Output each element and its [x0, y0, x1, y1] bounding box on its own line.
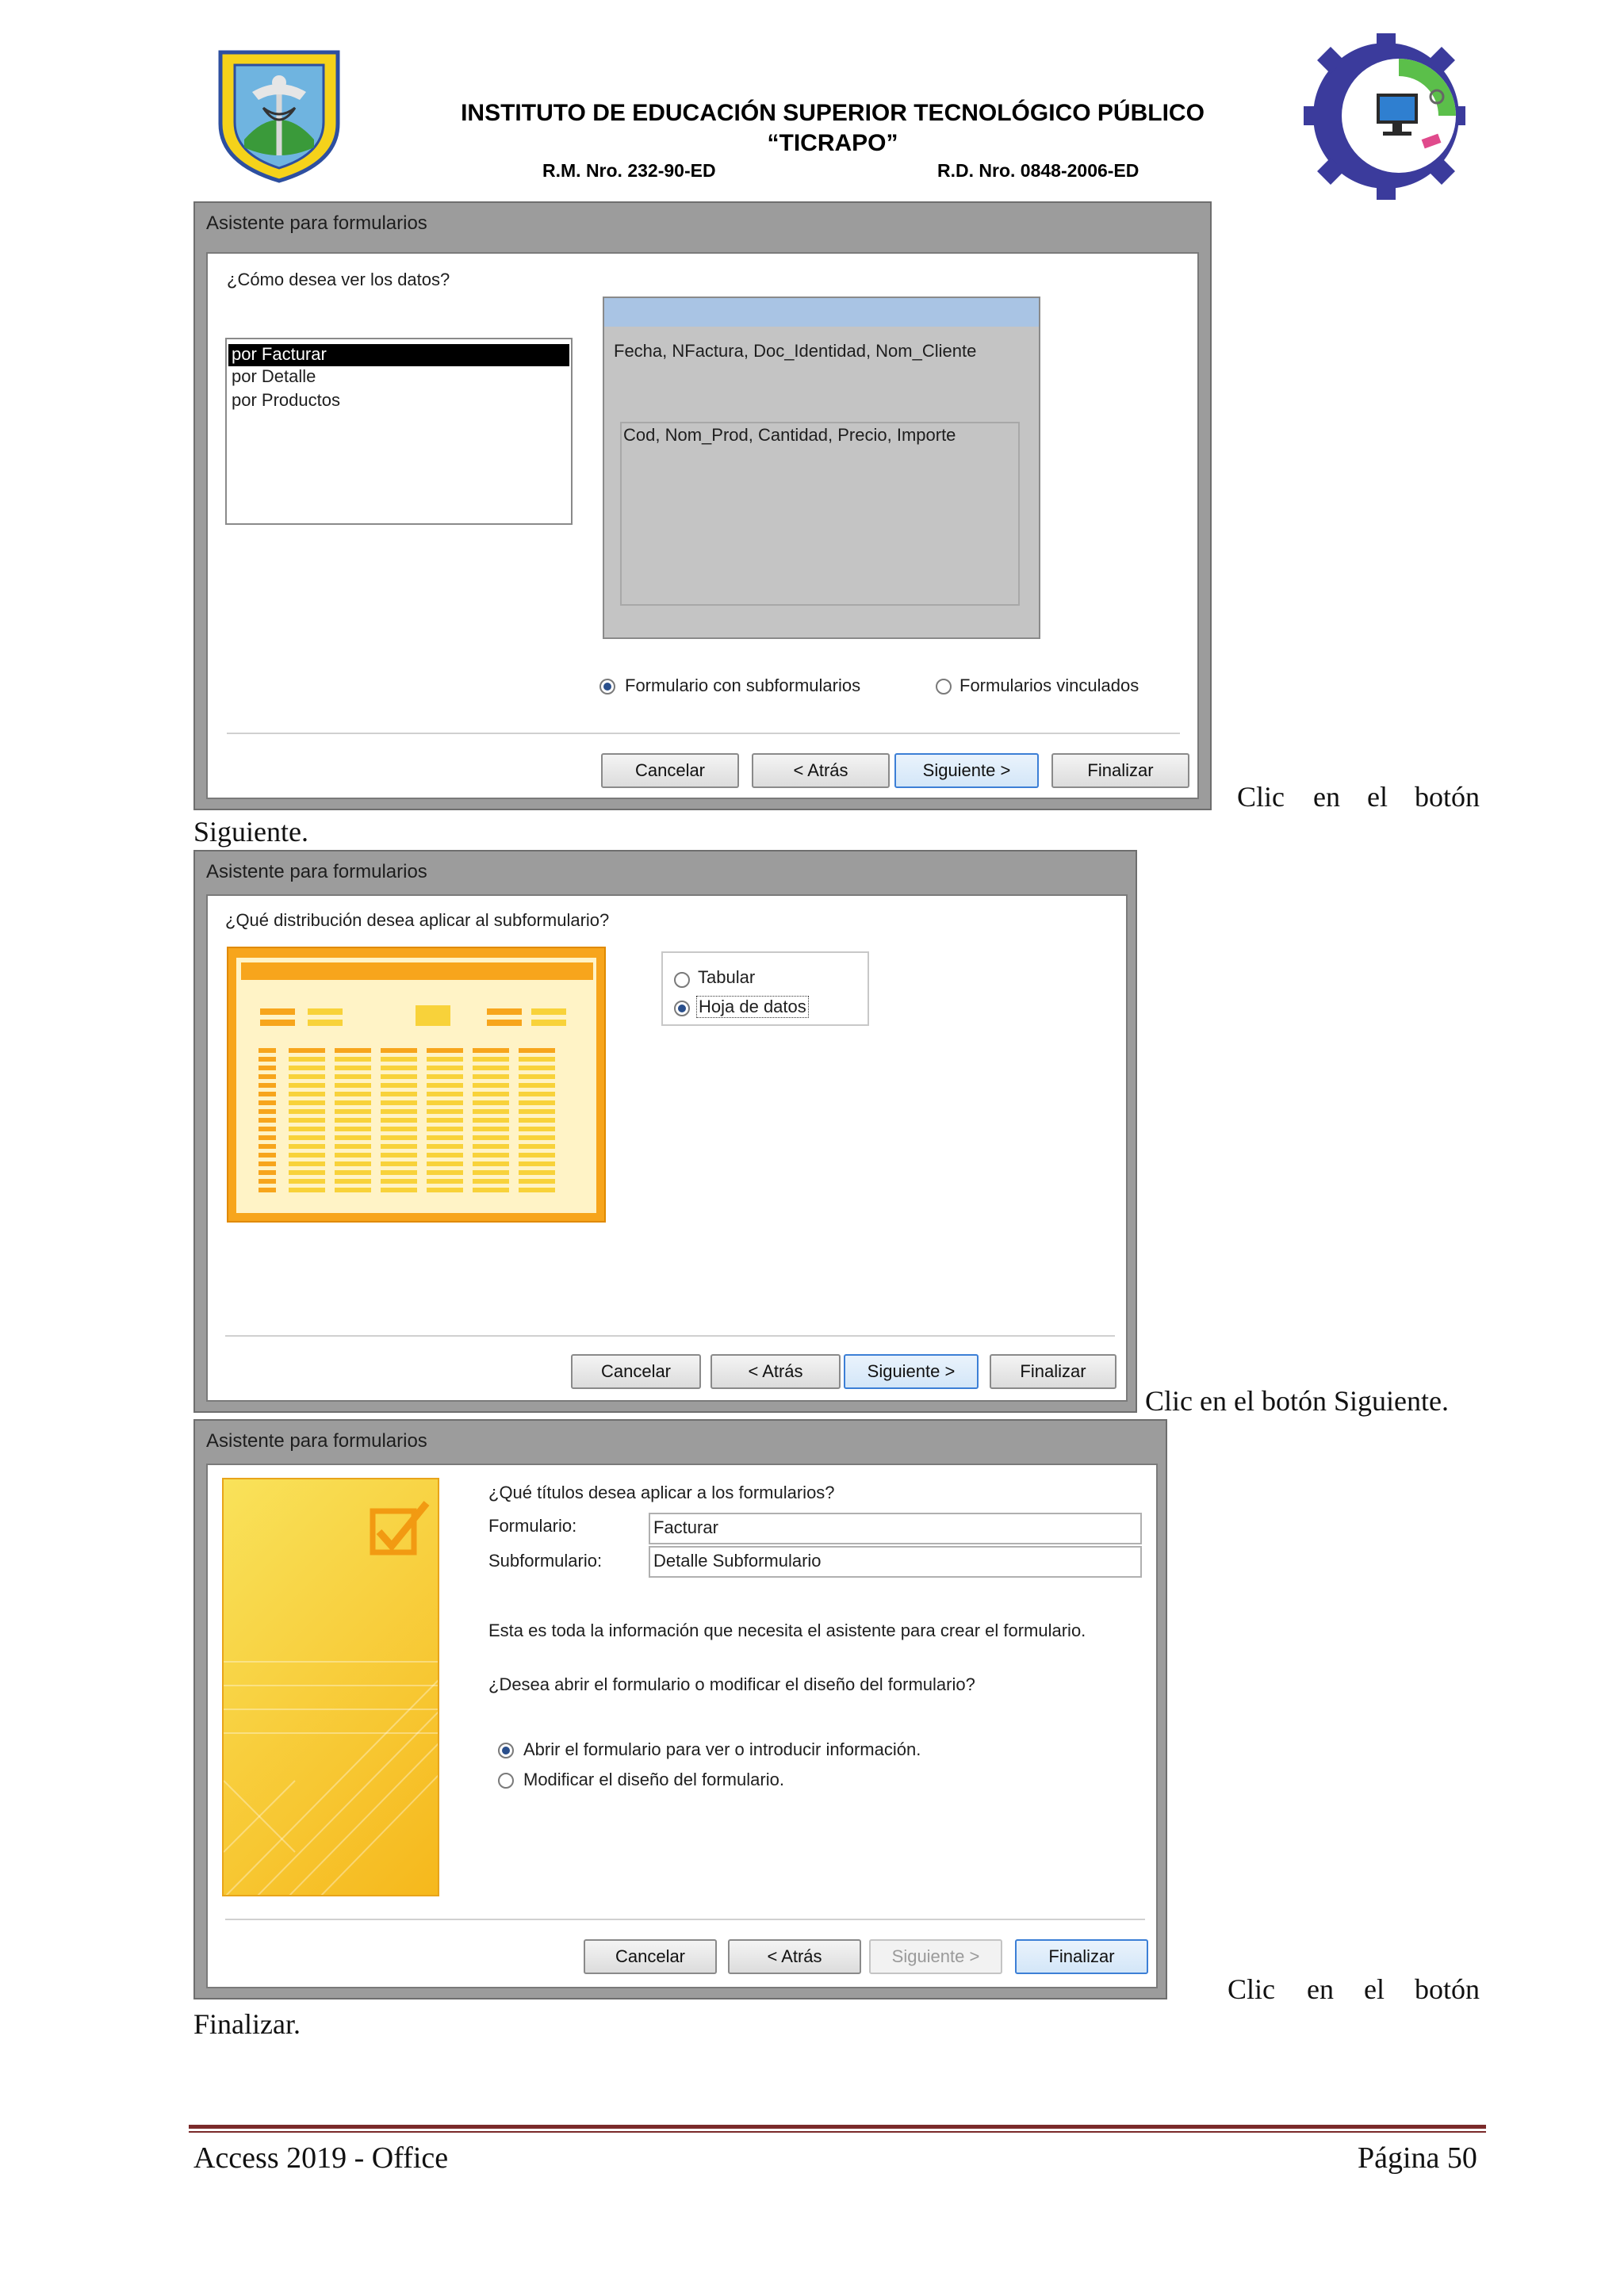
caption-word: en — [1307, 1973, 1334, 2005]
back-button[interactable]: < Atrás — [728, 1939, 861, 1974]
back-button[interactable]: < Atrás — [752, 753, 890, 788]
modify-design-radio-label: Modificar el diseño del formulario. — [523, 1770, 784, 1789]
caption-word: botón — [1415, 781, 1480, 813]
layout-preview-image — [227, 947, 606, 1223]
form-wizard-dialog-1: Asistente para formularios ¿Cómo desea v… — [193, 201, 1212, 810]
dialog-title: Asistente para formularios — [206, 861, 427, 882]
tabular-radio[interactable] — [674, 972, 690, 988]
institute-short-name: “TICRAPO” — [767, 130, 898, 156]
form-preview: Fecha, NFactura, Doc_Identidad, Nom_Clie… — [603, 297, 1040, 639]
list-item[interactable]: por Detalle — [232, 366, 316, 387]
subform-title-input[interactable]: Detalle Subformulario — [649, 1546, 1142, 1578]
separator — [225, 1919, 1145, 1920]
caption-2: Clic en el botón Siguiente. — [1145, 1385, 1449, 1417]
caption-word: en — [1313, 781, 1340, 813]
dialog-body: ¿Cómo desea ver los datos? por Facturar … — [206, 252, 1199, 799]
subforms-radio-label: Formulario con subformularios — [625, 675, 861, 695]
linked-forms-radio[interactable] — [936, 679, 952, 695]
cancel-button[interactable]: Cancelar — [571, 1354, 701, 1389]
subforms-radio[interactable] — [599, 679, 615, 695]
wizard-side-image — [222, 1478, 439, 1896]
caption-word: el — [1364, 1973, 1385, 2005]
footer-rule-thin — [189, 2131, 1486, 2133]
linked-forms-radio-label: Formularios vinculados — [959, 675, 1139, 695]
finish-button[interactable]: Finalizar — [1051, 753, 1189, 788]
caption-word: botón — [1415, 1973, 1480, 2005]
footer-page-number: Página 50 — [1358, 2141, 1477, 2175]
subform-title-label: Subformulario: — [488, 1551, 603, 1571]
caption-word: el — [1367, 781, 1388, 813]
separator — [225, 1335, 1115, 1337]
wizard-question: ¿Qué títulos desea aplicar a los formula… — [488, 1483, 835, 1502]
open-form-radio[interactable] — [498, 1743, 514, 1758]
preview-main-fields: Fecha, NFactura, Doc_Identidad, Nom_Clie… — [614, 341, 977, 361]
form-wizard-dialog-2: Asistente para formularios ¿Qué distribu… — [193, 850, 1137, 1413]
view-by-listbox[interactable]: por Facturar por Detalle por Productos — [225, 338, 573, 525]
next-button: Siguiente > — [869, 1939, 1002, 1974]
preview-header-bar — [604, 298, 1039, 327]
preview-subform-box: Cod, Nom_Prod, Cantidad, Precio, Importe — [620, 422, 1020, 606]
form-title-label: Formulario: — [488, 1516, 577, 1536]
form-wizard-dialog-3: Asistente para formularios ¿Qué títulos … — [193, 1419, 1167, 1999]
wizard-question: ¿Qué distribución desea aplicar al subfo… — [225, 910, 610, 930]
finish-button[interactable]: Finalizar — [1015, 1939, 1148, 1974]
cancel-button[interactable]: Cancelar — [601, 753, 739, 788]
info-text: Esta es toda la información que necesita… — [488, 1621, 1086, 1640]
dialog-title: Asistente para formularios — [206, 212, 427, 234]
footer-left: Access 2019 - Office — [193, 2141, 449, 2175]
computing-gear-logo — [1304, 33, 1478, 200]
preview-sub-fields: Cod, Nom_Prod, Cantidad, Precio, Importe — [623, 425, 956, 445]
next-button[interactable]: Siguiente > — [894, 753, 1039, 788]
caption-word: Clic — [1228, 1973, 1275, 2005]
caption-word: Clic — [1237, 781, 1285, 813]
list-item[interactable]: por Productos — [232, 390, 340, 411]
dialog-body: ¿Qué títulos desea aplicar a los formula… — [206, 1464, 1158, 1988]
resolution-rd: R.D. Nro. 0848-2006-ED — [937, 160, 1139, 181]
open-or-modify-question: ¿Desea abrir el formulario o modificar e… — [488, 1674, 975, 1694]
datasheet-radio-label: Hoja de datos — [696, 996, 809, 1018]
caption-continuation: Siguiente. — [193, 816, 308, 848]
dialog-body: ¿Qué distribución desea aplicar al subfo… — [206, 894, 1128, 1402]
footer-rule — [189, 2125, 1486, 2129]
finish-button[interactable]: Finalizar — [990, 1354, 1116, 1389]
datasheet-radio[interactable] — [674, 1001, 690, 1016]
back-button[interactable]: < Atrás — [710, 1354, 841, 1389]
cancel-button[interactable]: Cancelar — [584, 1939, 717, 1974]
caption-continuation: Finalizar. — [193, 2008, 301, 2040]
modify-design-radio[interactable] — [498, 1773, 514, 1789]
school-crest-logo — [213, 44, 346, 184]
separator — [227, 733, 1180, 734]
wizard-question: ¿Cómo desea ver los datos? — [227, 270, 450, 289]
list-item[interactable]: por Facturar — [228, 344, 569, 366]
next-button[interactable]: Siguiente > — [844, 1354, 979, 1389]
tabular-radio-label: Tabular — [698, 967, 756, 987]
form-title-input[interactable]: Facturar — [649, 1513, 1142, 1544]
dialog-title: Asistente para formularios — [206, 1430, 427, 1452]
resolution-rm: R.M. Nro. 232-90-ED — [542, 160, 716, 181]
open-form-radio-label: Abrir el formulario para ver o introduci… — [523, 1739, 921, 1759]
institute-name: INSTITUTO DE EDUCACIÓN SUPERIOR TECNOLÓG… — [461, 100, 1205, 126]
